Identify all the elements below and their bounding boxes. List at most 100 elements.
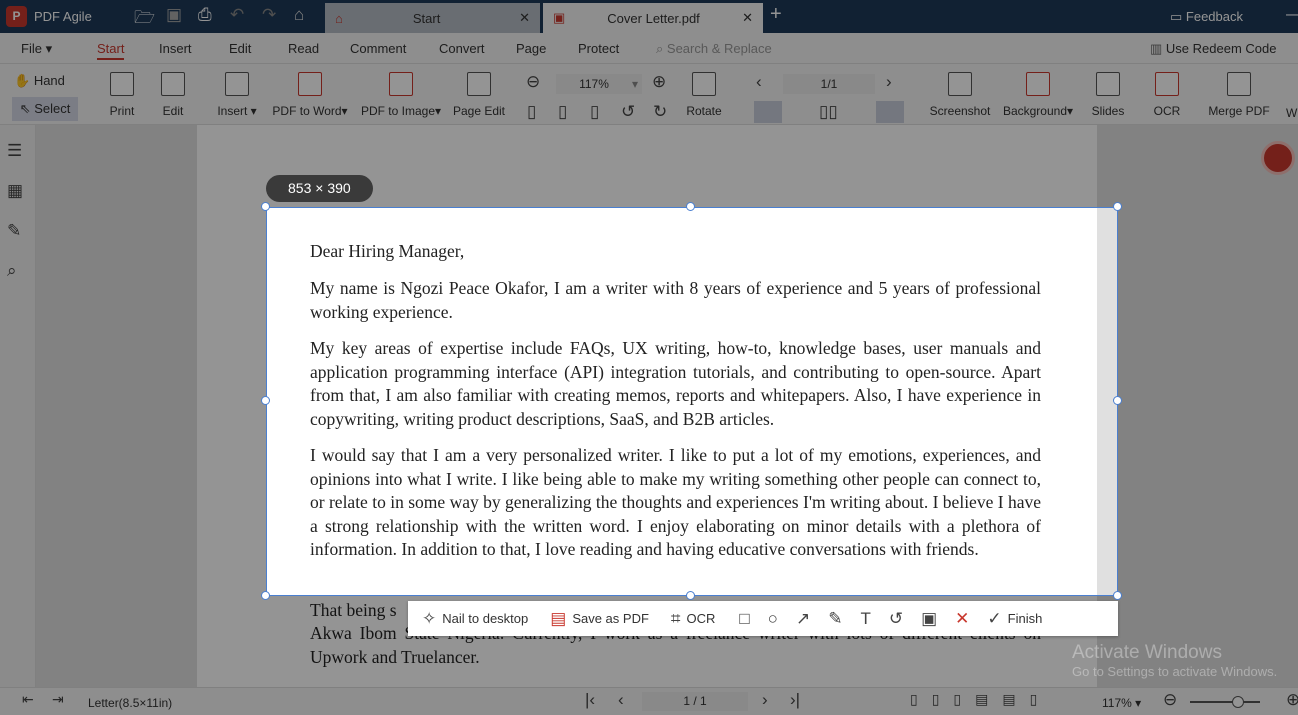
finish-button[interactable]: ✓ Finish	[987, 609, 1042, 629]
screenshot-selection[interactable]	[266, 207, 1118, 596]
ai-assistant-button[interactable]	[1261, 141, 1295, 175]
feedback-button[interactable]: ▭ Feedback	[1170, 9, 1243, 25]
slider-handle[interactable]	[1232, 696, 1244, 708]
actual-size-icon[interactable]: ▯	[527, 102, 536, 122]
background-button[interactable]: Background▾	[1000, 72, 1076, 118]
resize-handle[interactable]	[261, 591, 270, 600]
app-title: PDF Agile	[34, 9, 92, 24]
pdf-to-image-button[interactable]: PDF to Image▾	[358, 72, 444, 118]
menu-convert[interactable]: Convert	[439, 41, 485, 56]
fit-width-icon[interactable]: ▯	[590, 102, 599, 122]
view-mode-icons[interactable]: ▯▯▯▤▤▯	[910, 691, 1051, 708]
minimize-button[interactable]: —	[1286, 6, 1298, 24]
status-zoom[interactable]: 117% ▾	[1102, 696, 1141, 710]
next-view-icon[interactable]: ⇥	[52, 691, 64, 708]
resize-handle[interactable]	[686, 202, 695, 211]
zoom-in-icon[interactable]: ⊕	[652, 72, 666, 92]
ocr-button[interactable]: OCR	[1152, 72, 1182, 118]
insert-button[interactable]: Insert ▾	[212, 72, 262, 118]
page-input[interactable]: 1/1	[783, 74, 875, 94]
print-icon[interactable]: ⎙	[198, 5, 212, 25]
resize-handle[interactable]	[261, 202, 270, 211]
print-button[interactable]: Print	[105, 72, 139, 118]
screenshot-button[interactable]: Screenshot	[928, 72, 992, 118]
menu-read[interactable]: Read	[288, 41, 319, 56]
fit-page-icon[interactable]: ▯	[558, 102, 567, 122]
search-replace[interactable]: ⌕ Search & Replace	[656, 41, 772, 57]
last-page-icon[interactable]: ›|	[790, 690, 800, 710]
slides-icon	[1096, 72, 1120, 96]
redeem-code-button[interactable]: ▥ Use Redeem Code	[1150, 41, 1276, 57]
close-tab-icon[interactable]: ✕	[519, 10, 530, 26]
two-page-icon[interactable]: ▯▯	[819, 102, 838, 122]
status-page-input[interactable]: 1 / 1	[642, 692, 748, 711]
next-page-icon[interactable]: ›	[886, 72, 892, 92]
cancel-icon[interactable]: ✕	[955, 609, 969, 629]
redo-icon[interactable]: ↷	[262, 5, 276, 25]
thumbnails-icon[interactable]: ▦	[7, 181, 23, 201]
zoom-select[interactable]: 117% ▾	[556, 74, 642, 94]
menu-file[interactable]: File ▾	[21, 41, 52, 57]
rotate-right-icon[interactable]: ↻	[653, 102, 667, 122]
nail-to-desktop-button[interactable]: ✧ Nail to desktop	[422, 609, 528, 629]
prev-page-icon[interactable]: ‹	[756, 72, 762, 92]
zoom-out-icon[interactable]: ⊖	[526, 72, 540, 92]
continuous-icon[interactable]	[876, 101, 904, 123]
resize-handle[interactable]	[1113, 202, 1122, 211]
resize-handle[interactable]	[261, 396, 270, 405]
prev-view-icon[interactable]: ⇤	[22, 691, 34, 708]
undo-icon[interactable]: ↺	[889, 609, 903, 629]
zoom-out-icon[interactable]: ⊖	[1163, 690, 1177, 710]
select-tool[interactable]: ⇖ Select	[12, 97, 78, 121]
pdf-to-word-button[interactable]: PDF to Word▾	[270, 72, 350, 118]
menu-protect[interactable]: Protect	[578, 41, 619, 56]
home-icon[interactable]: ⌂	[294, 5, 304, 25]
menu-insert[interactable]: Insert	[159, 41, 192, 56]
left-sidebar: ☰ ▦ ✎ ⌕	[0, 125, 36, 687]
menu-comment[interactable]: Comment	[350, 41, 406, 56]
open-folder-icon[interactable]: 🗁	[134, 5, 155, 34]
tab-start[interactable]: ⌂ Start ✕	[325, 3, 540, 33]
merge-pdf-button[interactable]: Merge PDF	[1208, 72, 1270, 118]
ocr-button[interactable]: ⌗ OCR	[671, 609, 715, 629]
prev-page-icon[interactable]: ‹	[618, 690, 624, 710]
single-page-icon[interactable]	[754, 101, 782, 123]
ribbon-toolbar: ✋ Hand ⇖ Select Print Edit Insert ▾ PDF …	[0, 64, 1298, 125]
first-page-icon[interactable]: |‹	[585, 690, 595, 710]
rotate-button[interactable]: Rotate	[686, 72, 722, 118]
new-tab-icon[interactable]: +	[770, 3, 782, 26]
paint-bucket-icon	[1026, 72, 1050, 96]
resize-handle[interactable]	[1113, 591, 1122, 600]
resize-handle[interactable]	[686, 591, 695, 600]
save-icon[interactable]: ▣	[921, 609, 937, 629]
save-as-pdf-button[interactable]: ▤ Save as PDF	[550, 609, 649, 629]
menu-page[interactable]: Page	[516, 41, 546, 56]
hand-tool[interactable]: ✋ Hand	[14, 73, 65, 89]
zoom-in-icon[interactable]: ⊕	[1286, 690, 1298, 710]
menu-edit[interactable]: Edit	[229, 41, 251, 56]
search-panel-icon[interactable]: ⌕	[7, 261, 17, 281]
undo-icon[interactable]: ↶	[230, 5, 244, 25]
next-page-icon[interactable]: ›	[762, 690, 768, 710]
tab-cover-letter[interactable]: ▣ Cover Letter.pdf ✕	[543, 3, 763, 33]
slides-button[interactable]: Slides	[1090, 72, 1126, 118]
save-icon[interactable]: ▣	[166, 5, 182, 25]
close-tab-icon[interactable]: ✕	[742, 10, 753, 26]
pen-icon[interactable]: ✎	[828, 609, 842, 629]
rotate-left-icon[interactable]: ↺	[621, 102, 635, 122]
resize-handle[interactable]	[1113, 396, 1122, 405]
rectangle-icon[interactable]: □	[739, 609, 749, 629]
zoom-slider[interactable]	[1190, 696, 1260, 708]
ellipse-icon[interactable]: ○	[768, 609, 778, 629]
text-icon[interactable]: T	[860, 609, 870, 629]
menu-start[interactable]: Start	[97, 41, 125, 60]
windows-watermark: Activate Windows Go to Settings to activ…	[1072, 642, 1278, 679]
screenshot-toolbar: ✧ Nail to desktop ▤ Save as PDF ⌗ OCR □ ○ ↗…	[408, 601, 1118, 636]
more-button[interactable]: W	[1286, 106, 1297, 120]
annotations-icon[interactable]: ✎	[7, 221, 21, 241]
arrow-icon[interactable]: ↗	[796, 609, 810, 629]
outline-icon[interactable]: ☰	[7, 141, 22, 161]
app-logo: P	[6, 6, 27, 27]
page-edit-button[interactable]: Page Edit	[452, 72, 506, 118]
edit-button[interactable]: Edit	[158, 72, 188, 118]
